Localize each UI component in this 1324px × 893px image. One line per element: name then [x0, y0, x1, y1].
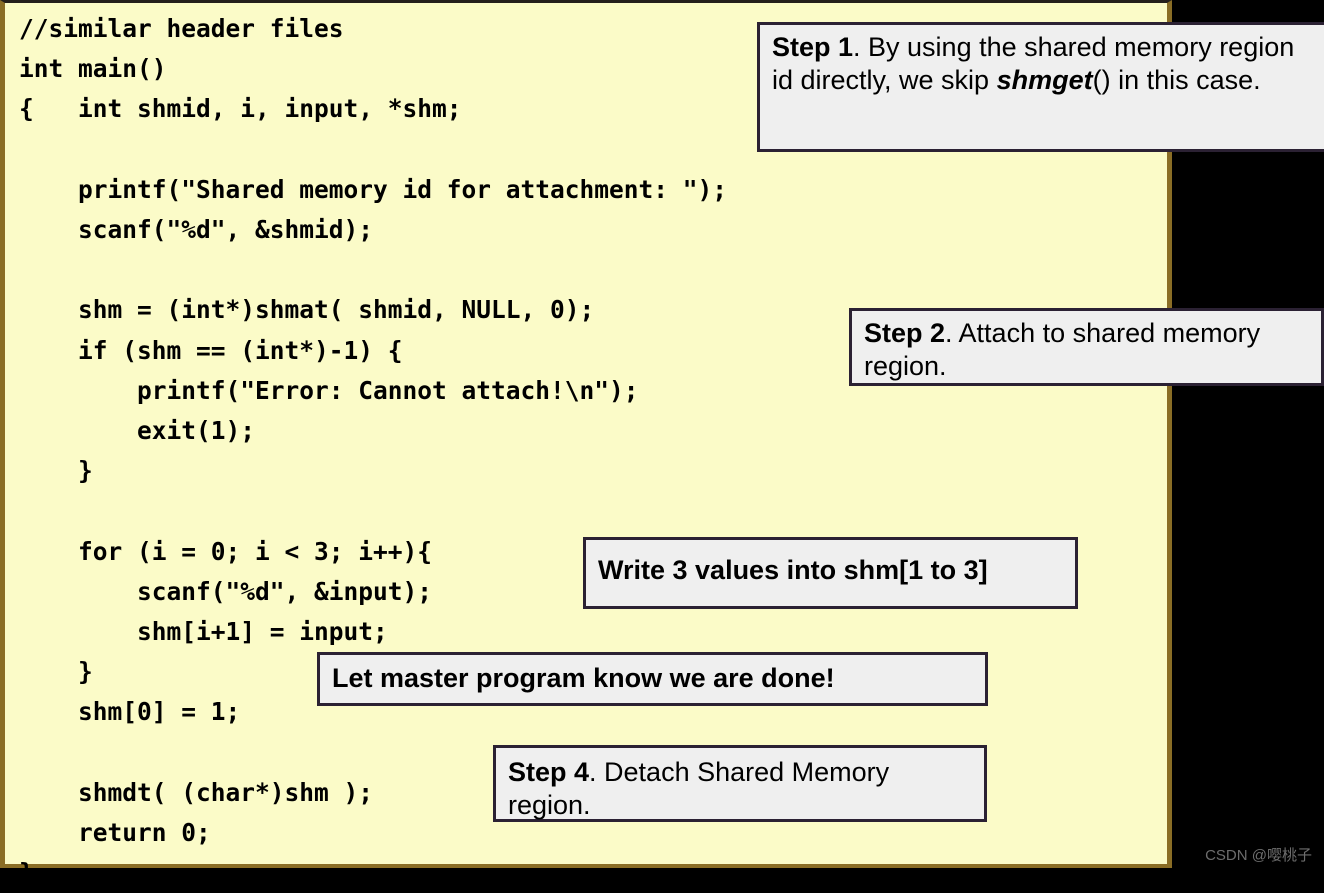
callout-write-values-text: Write 3 values into shm[1 to 3]	[598, 555, 988, 585]
callout-step-1-emphasis: shmget	[996, 65, 1093, 95]
callout-step-4: Step 4. Detach Shared Memory region.	[493, 745, 987, 822]
callout-write-values: Write 3 values into shm[1 to 3]	[583, 537, 1078, 609]
callout-step-1: Step 1. By using the shared memory regio…	[757, 22, 1324, 152]
callout-step-4-label: Step 4	[508, 757, 590, 787]
watermark-text: CSDN @嘤桃子	[1205, 847, 1312, 864]
callout-step-2-label: Step 2	[864, 318, 946, 348]
callout-step-2: Step 2. Attach to shared memory region.	[849, 308, 1324, 386]
callout-step-1-text-part-2: () in this case.	[1092, 65, 1261, 95]
callout-step-1-label: Step 1	[772, 32, 854, 62]
callout-notify-master-text: Let master program know we are done!	[332, 663, 835, 693]
slide-canvas: //similar header files int main() { int …	[0, 0, 1324, 887]
callout-notify-master: Let master program know we are done!	[317, 652, 988, 706]
